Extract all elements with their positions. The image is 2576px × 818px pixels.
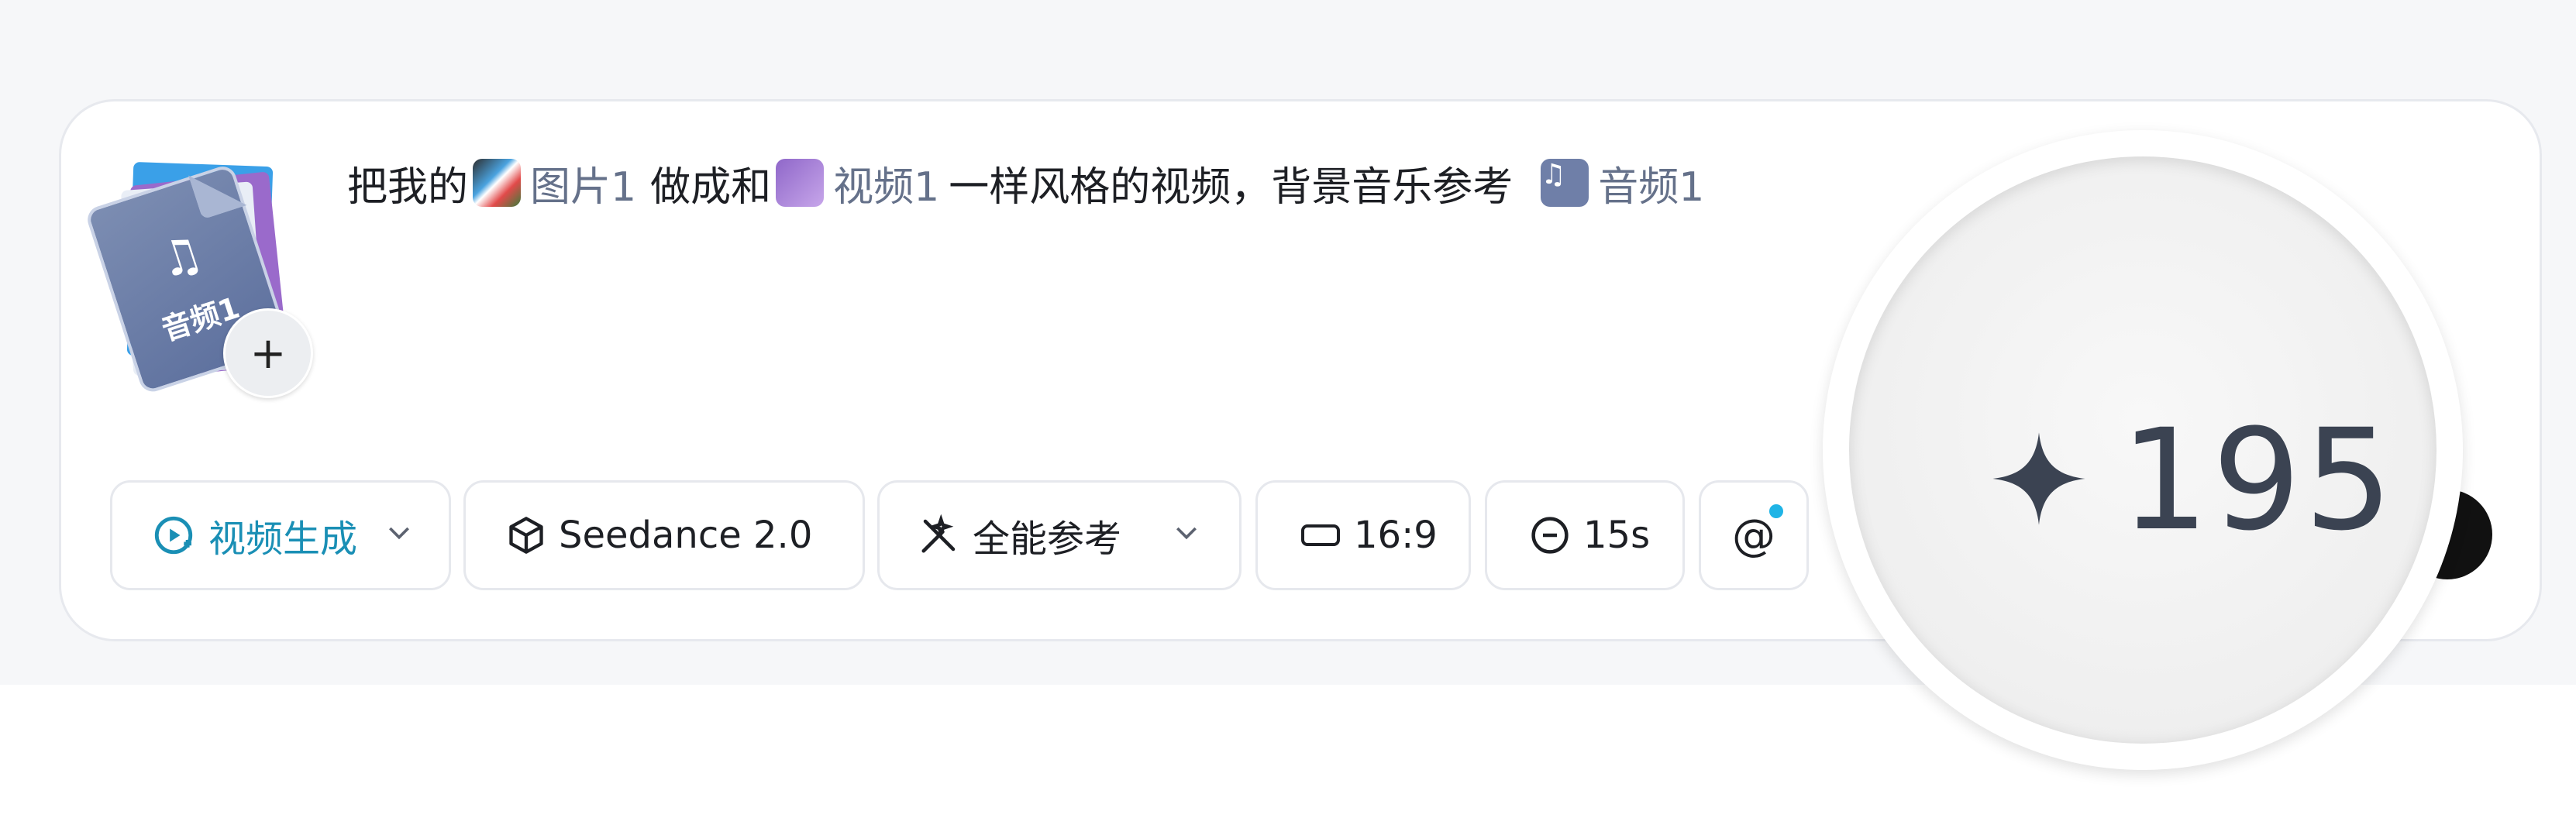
audio-ref-label[interactable]: 音频1 (1598, 154, 1704, 212)
video-generate-icon (151, 513, 196, 558)
chevron-down-icon (1171, 514, 1202, 557)
audio-ref-icon: ♫ (1541, 159, 1589, 207)
notification-dot (1769, 504, 1783, 518)
aspect-ratio-icon (1300, 520, 1341, 551)
mention-label: @ (1732, 510, 1775, 561)
prompt-segment: 做成和 (650, 163, 772, 211)
reference-label: 全能参考 (973, 517, 1122, 561)
model-label: Seedance 2.0 (559, 514, 813, 557)
prompt-text[interactable]: 把我的 图片1 做成和 视频1 一样风格的视频，背景音乐参考 ♫ 音频1 (347, 152, 1718, 214)
duration-button[interactable]: 15s (1485, 480, 1685, 590)
prompt-segment: 一样风格的视频，背景音乐参考 (949, 163, 1514, 211)
mode-dropdown[interactable]: 视频生成 (110, 480, 451, 590)
duration-icon (1529, 514, 1571, 556)
credits-value: 195 (2120, 399, 2396, 562)
image-ref-thumbnail (473, 159, 522, 207)
duration-label: 15s (1583, 514, 1651, 557)
prompt-segment: 把我的 (347, 163, 469, 211)
credits-display: 195 (1989, 400, 2396, 562)
magic-wand-icon (918, 514, 960, 556)
add-attachment-button[interactable]: + (223, 308, 313, 398)
chevron-down-icon (384, 514, 415, 557)
sparkle-icon (1989, 428, 2089, 532)
aspect-ratio-label: 16:9 (1354, 514, 1438, 557)
model-selector[interactable]: Seedance 2.0 (463, 480, 865, 590)
reference-dropdown[interactable]: 全能参考 (877, 480, 1242, 590)
image-ref-label[interactable]: 图片1 (530, 154, 636, 212)
cube-icon (506, 515, 546, 555)
video-ref-label[interactable]: 视频1 (833, 154, 939, 212)
aspect-ratio-button[interactable]: 16:9 (1255, 480, 1471, 590)
mode-label: 视频生成 (208, 517, 358, 561)
mention-button[interactable]: @ (1699, 480, 1809, 590)
video-ref-thumbnail (776, 159, 825, 207)
